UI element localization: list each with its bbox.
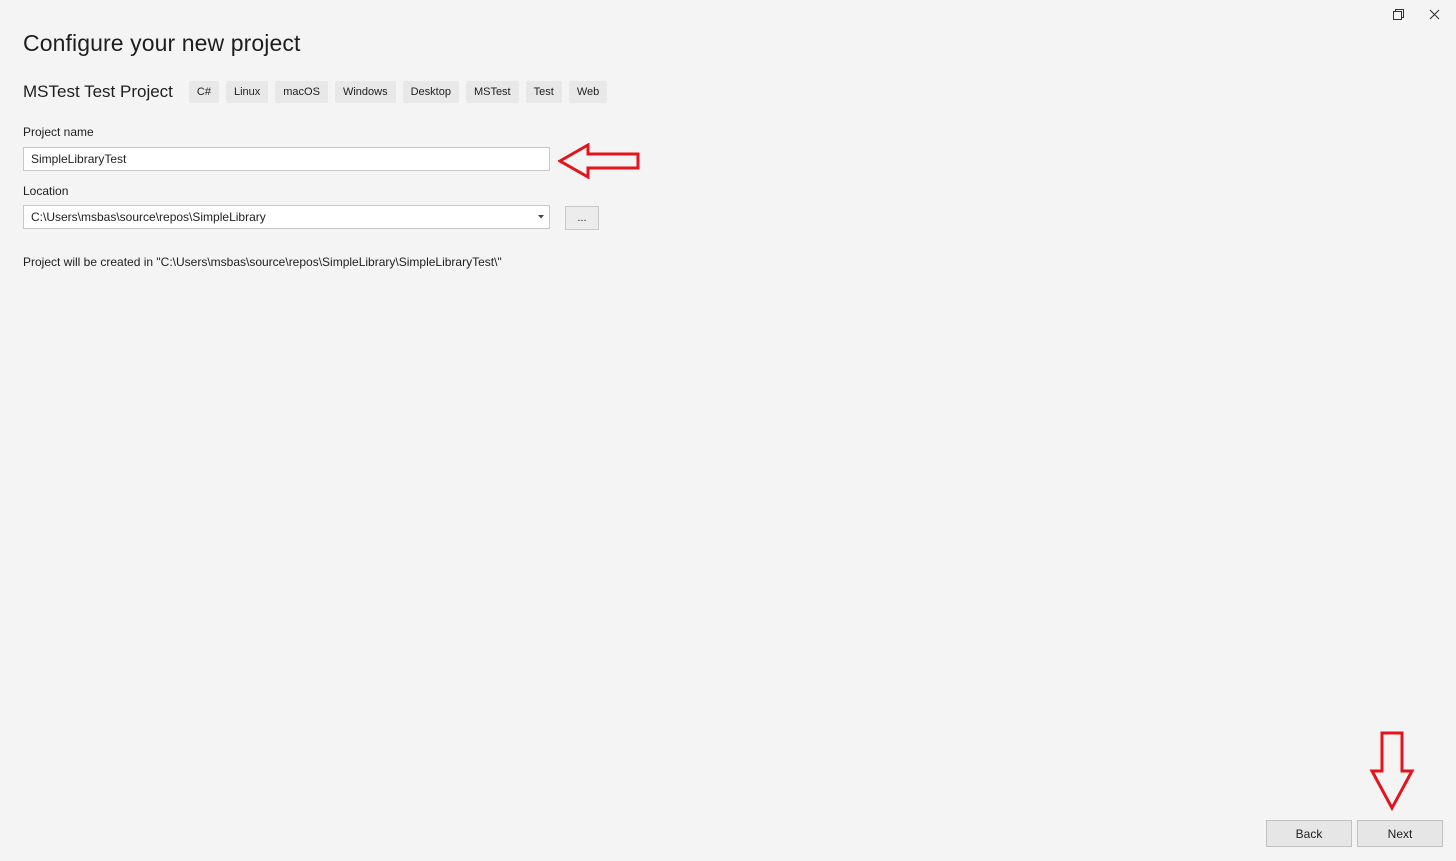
page-title: Configure your new project [23, 30, 301, 56]
project-name-input[interactable] [23, 147, 550, 171]
next-button[interactable]: Next [1357, 820, 1443, 847]
browse-button[interactable]: ... [565, 206, 599, 230]
template-tags: C# Linux macOS Windows Desktop MSTest Te… [188, 81, 614, 103]
location-combobox[interactable]: C:\Users\msbas\source\repos\SimpleLibrar… [23, 205, 550, 229]
window-controls [1380, 4, 1452, 24]
restore-icon [1392, 8, 1404, 20]
project-created-path: Project will be created in "C:\Users\msb… [23, 255, 502, 269]
location-value: C:\Users\msbas\source\repos\SimpleLibrar… [31, 210, 266, 224]
tag-desktop: Desktop [402, 81, 459, 103]
template-info: MSTest Test Project C# Linux macOS Windo… [23, 81, 614, 103]
tag-linux: Linux [225, 81, 269, 103]
location-label: Location [23, 184, 69, 198]
location-dropdown-button[interactable] [533, 206, 549, 228]
tag-windows: Windows [334, 81, 396, 103]
close-icon [1429, 9, 1439, 19]
annotation-arrow-left [558, 143, 640, 179]
tag-csharp: C# [188, 81, 219, 103]
tag-mstest: MSTest [465, 81, 519, 103]
project-name-label: Project name [23, 125, 94, 139]
restore-button[interactable] [1380, 4, 1416, 24]
template-name: MSTest Test Project [23, 82, 173, 101]
tag-test: Test [525, 81, 562, 103]
back-button[interactable]: Back [1266, 820, 1352, 847]
close-button[interactable] [1416, 4, 1452, 24]
tag-web: Web [568, 81, 608, 103]
annotation-arrow-down [1369, 731, 1415, 811]
tag-macos: macOS [275, 81, 328, 103]
chevron-down-icon [538, 215, 544, 219]
